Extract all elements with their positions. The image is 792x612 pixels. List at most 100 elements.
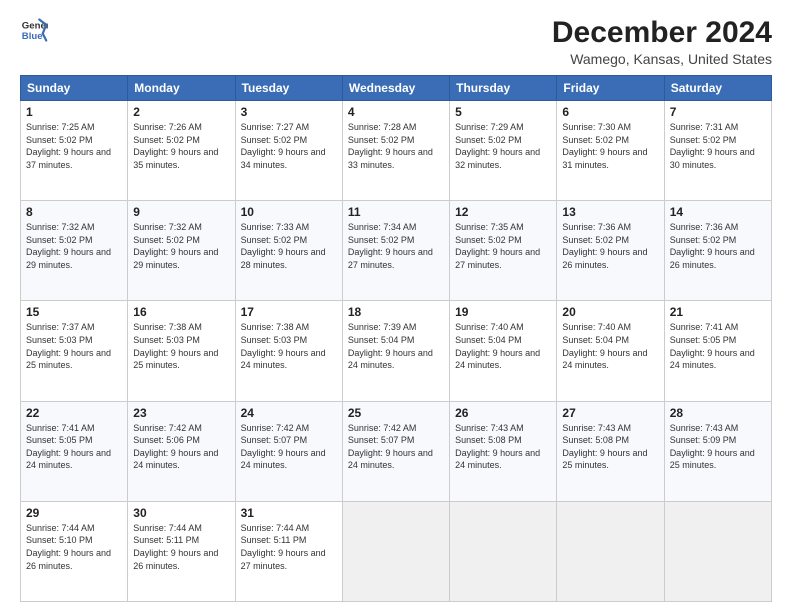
- day-info: Sunrise: 7:44 AMSunset: 5:10 PMDaylight:…: [26, 523, 111, 571]
- day-number: 2: [133, 105, 229, 119]
- day-info: Sunrise: 7:41 AMSunset: 5:05 PMDaylight:…: [26, 423, 111, 471]
- day-number: 5: [455, 105, 551, 119]
- day-number: 25: [348, 406, 444, 420]
- day-info: Sunrise: 7:31 AMSunset: 5:02 PMDaylight:…: [670, 122, 755, 170]
- day-number: 1: [26, 105, 122, 119]
- day-info: Sunrise: 7:39 AMSunset: 5:04 PMDaylight:…: [348, 322, 433, 370]
- day-info: Sunrise: 7:34 AMSunset: 5:02 PMDaylight:…: [348, 222, 433, 270]
- table-row: 5 Sunrise: 7:29 AMSunset: 5:02 PMDaylight…: [450, 101, 557, 201]
- day-info: Sunrise: 7:42 AMSunset: 5:07 PMDaylight:…: [348, 423, 433, 471]
- main-title: December 2024: [552, 16, 772, 49]
- logo: General Blue General Blue: [20, 16, 48, 44]
- col-tuesday: Tuesday: [235, 76, 342, 101]
- day-number: 4: [348, 105, 444, 119]
- day-info: Sunrise: 7:37 AMSunset: 5:03 PMDaylight:…: [26, 322, 111, 370]
- day-info: Sunrise: 7:40 AMSunset: 5:04 PMDaylight:…: [455, 322, 540, 370]
- day-info: Sunrise: 7:44 AMSunset: 5:11 PMDaylight:…: [133, 523, 218, 571]
- table-row: 24 Sunrise: 7:42 AMSunset: 5:07 PMDayligh…: [235, 401, 342, 501]
- table-row: [450, 501, 557, 601]
- day-number: 10: [241, 205, 337, 219]
- table-row: 31 Sunrise: 7:44 AMSunset: 5:11 PMDayligh…: [235, 501, 342, 601]
- col-monday: Monday: [128, 76, 235, 101]
- day-info: Sunrise: 7:38 AMSunset: 5:03 PMDaylight:…: [241, 322, 326, 370]
- table-row: 2 Sunrise: 7:26 AMSunset: 5:02 PMDaylight…: [128, 101, 235, 201]
- title-block: December 2024 Wamego, Kansas, United Sta…: [552, 16, 772, 67]
- day-number: 9: [133, 205, 229, 219]
- table-row: 20 Sunrise: 7:40 AMSunset: 5:04 PMDayligh…: [557, 301, 664, 401]
- calendar-header-row: Sunday Monday Tuesday Wednesday Thursday…: [21, 76, 772, 101]
- day-info: Sunrise: 7:43 AMSunset: 5:08 PMDaylight:…: [455, 423, 540, 471]
- day-info: Sunrise: 7:36 AMSunset: 5:02 PMDaylight:…: [670, 222, 755, 270]
- table-row: 26 Sunrise: 7:43 AMSunset: 5:08 PMDayligh…: [450, 401, 557, 501]
- table-row: 30 Sunrise: 7:44 AMSunset: 5:11 PMDayligh…: [128, 501, 235, 601]
- day-number: 17: [241, 305, 337, 319]
- calendar-week-row: 15 Sunrise: 7:37 AMSunset: 5:03 PMDayligh…: [21, 301, 772, 401]
- page: General Blue General Blue December 2024 …: [0, 0, 792, 612]
- table-row: 17 Sunrise: 7:38 AMSunset: 5:03 PMDayligh…: [235, 301, 342, 401]
- table-row: 23Sunrise: 7:42 AMSunset: 5:06 PMDayligh…: [128, 401, 235, 501]
- day-number: 24: [241, 406, 337, 420]
- col-saturday: Saturday: [664, 76, 771, 101]
- day-number: 13: [562, 205, 658, 219]
- table-row: [557, 501, 664, 601]
- table-row: 14 Sunrise: 7:36 AMSunset: 5:02 PMDayligh…: [664, 201, 771, 301]
- table-row: 25 Sunrise: 7:42 AMSunset: 5:07 PMDayligh…: [342, 401, 449, 501]
- table-row: 8Sunrise: 7:32 AMSunset: 5:02 PMDaylight…: [21, 201, 128, 301]
- logo-icon: General Blue: [20, 16, 48, 44]
- day-info: Sunrise: 7:44 AMSunset: 5:11 PMDaylight:…: [241, 523, 326, 571]
- day-info: Sunrise: 7:40 AMSunset: 5:04 PMDaylight:…: [562, 322, 647, 370]
- calendar-week-row: 22Sunrise: 7:41 AMSunset: 5:05 PMDayligh…: [21, 401, 772, 501]
- day-info: Sunrise: 7:27 AMSunset: 5:02 PMDaylight:…: [241, 122, 326, 170]
- table-row: 10 Sunrise: 7:33 AMSunset: 5:02 PMDayligh…: [235, 201, 342, 301]
- table-row: [342, 501, 449, 601]
- day-number: 26: [455, 406, 551, 420]
- table-row: 18Sunrise: 7:39 AMSunset: 5:04 PMDayligh…: [342, 301, 449, 401]
- svg-text:Blue: Blue: [22, 31, 43, 42]
- day-info: Sunrise: 7:32 AMSunset: 5:02 PMDaylight:…: [26, 222, 111, 270]
- header: General Blue General Blue December 2024 …: [20, 16, 772, 67]
- day-info: Sunrise: 7:36 AMSunset: 5:02 PMDaylight:…: [562, 222, 647, 270]
- table-row: [664, 501, 771, 601]
- calendar-table: Sunday Monday Tuesday Wednesday Thursday…: [20, 75, 772, 602]
- calendar-week-row: 29Sunrise: 7:44 AMSunset: 5:10 PMDayligh…: [21, 501, 772, 601]
- day-number: 16: [133, 305, 229, 319]
- day-number: 7: [670, 105, 766, 119]
- col-friday: Friday: [557, 76, 664, 101]
- day-number: 20: [562, 305, 658, 319]
- day-info: Sunrise: 7:28 AMSunset: 5:02 PMDaylight:…: [348, 122, 433, 170]
- table-row: 4 Sunrise: 7:28 AMSunset: 5:02 PMDaylight…: [342, 101, 449, 201]
- table-row: 21Sunrise: 7:41 AMSunset: 5:05 PMDayligh…: [664, 301, 771, 401]
- day-info: Sunrise: 7:25 AMSunset: 5:02 PMDaylight:…: [26, 122, 111, 170]
- day-number: 12: [455, 205, 551, 219]
- day-number: 11: [348, 205, 444, 219]
- day-info: Sunrise: 7:43 AMSunset: 5:09 PMDaylight:…: [670, 423, 755, 471]
- day-number: 15: [26, 305, 122, 319]
- day-number: 31: [241, 506, 337, 520]
- table-row: 15 Sunrise: 7:37 AMSunset: 5:03 PMDayligh…: [21, 301, 128, 401]
- table-row: 28 Sunrise: 7:43 AMSunset: 5:09 PMDayligh…: [664, 401, 771, 501]
- day-info: Sunrise: 7:33 AMSunset: 5:02 PMDaylight:…: [241, 222, 326, 270]
- table-row: 29Sunrise: 7:44 AMSunset: 5:10 PMDayligh…: [21, 501, 128, 601]
- col-wednesday: Wednesday: [342, 76, 449, 101]
- table-row: 11 Sunrise: 7:34 AMSunset: 5:02 PMDayligh…: [342, 201, 449, 301]
- table-row: 16 Sunrise: 7:38 AMSunset: 5:03 PMDayligh…: [128, 301, 235, 401]
- day-info: Sunrise: 7:41 AMSunset: 5:05 PMDaylight:…: [670, 322, 755, 370]
- table-row: 27 Sunrise: 7:43 AMSunset: 5:08 PMDayligh…: [557, 401, 664, 501]
- day-number: 27: [562, 406, 658, 420]
- day-info: Sunrise: 7:35 AMSunset: 5:02 PMDaylight:…: [455, 222, 540, 270]
- day-number: 23: [133, 406, 229, 420]
- table-row: 1 Sunrise: 7:25 AMSunset: 5:02 PMDaylight…: [21, 101, 128, 201]
- day-info: Sunrise: 7:42 AMSunset: 5:07 PMDaylight:…: [241, 423, 326, 471]
- table-row: 3 Sunrise: 7:27 AMSunset: 5:02 PMDaylight…: [235, 101, 342, 201]
- day-number: 30: [133, 506, 229, 520]
- day-info: Sunrise: 7:43 AMSunset: 5:08 PMDaylight:…: [562, 423, 647, 471]
- calendar-week-row: 8Sunrise: 7:32 AMSunset: 5:02 PMDaylight…: [21, 201, 772, 301]
- day-info: Sunrise: 7:26 AMSunset: 5:02 PMDaylight:…: [133, 122, 218, 170]
- day-number: 28: [670, 406, 766, 420]
- subtitle: Wamego, Kansas, United States: [552, 51, 772, 67]
- day-number: 14: [670, 205, 766, 219]
- day-info: Sunrise: 7:38 AMSunset: 5:03 PMDaylight:…: [133, 322, 218, 370]
- col-thursday: Thursday: [450, 76, 557, 101]
- day-info: Sunrise: 7:29 AMSunset: 5:02 PMDaylight:…: [455, 122, 540, 170]
- day-number: 3: [241, 105, 337, 119]
